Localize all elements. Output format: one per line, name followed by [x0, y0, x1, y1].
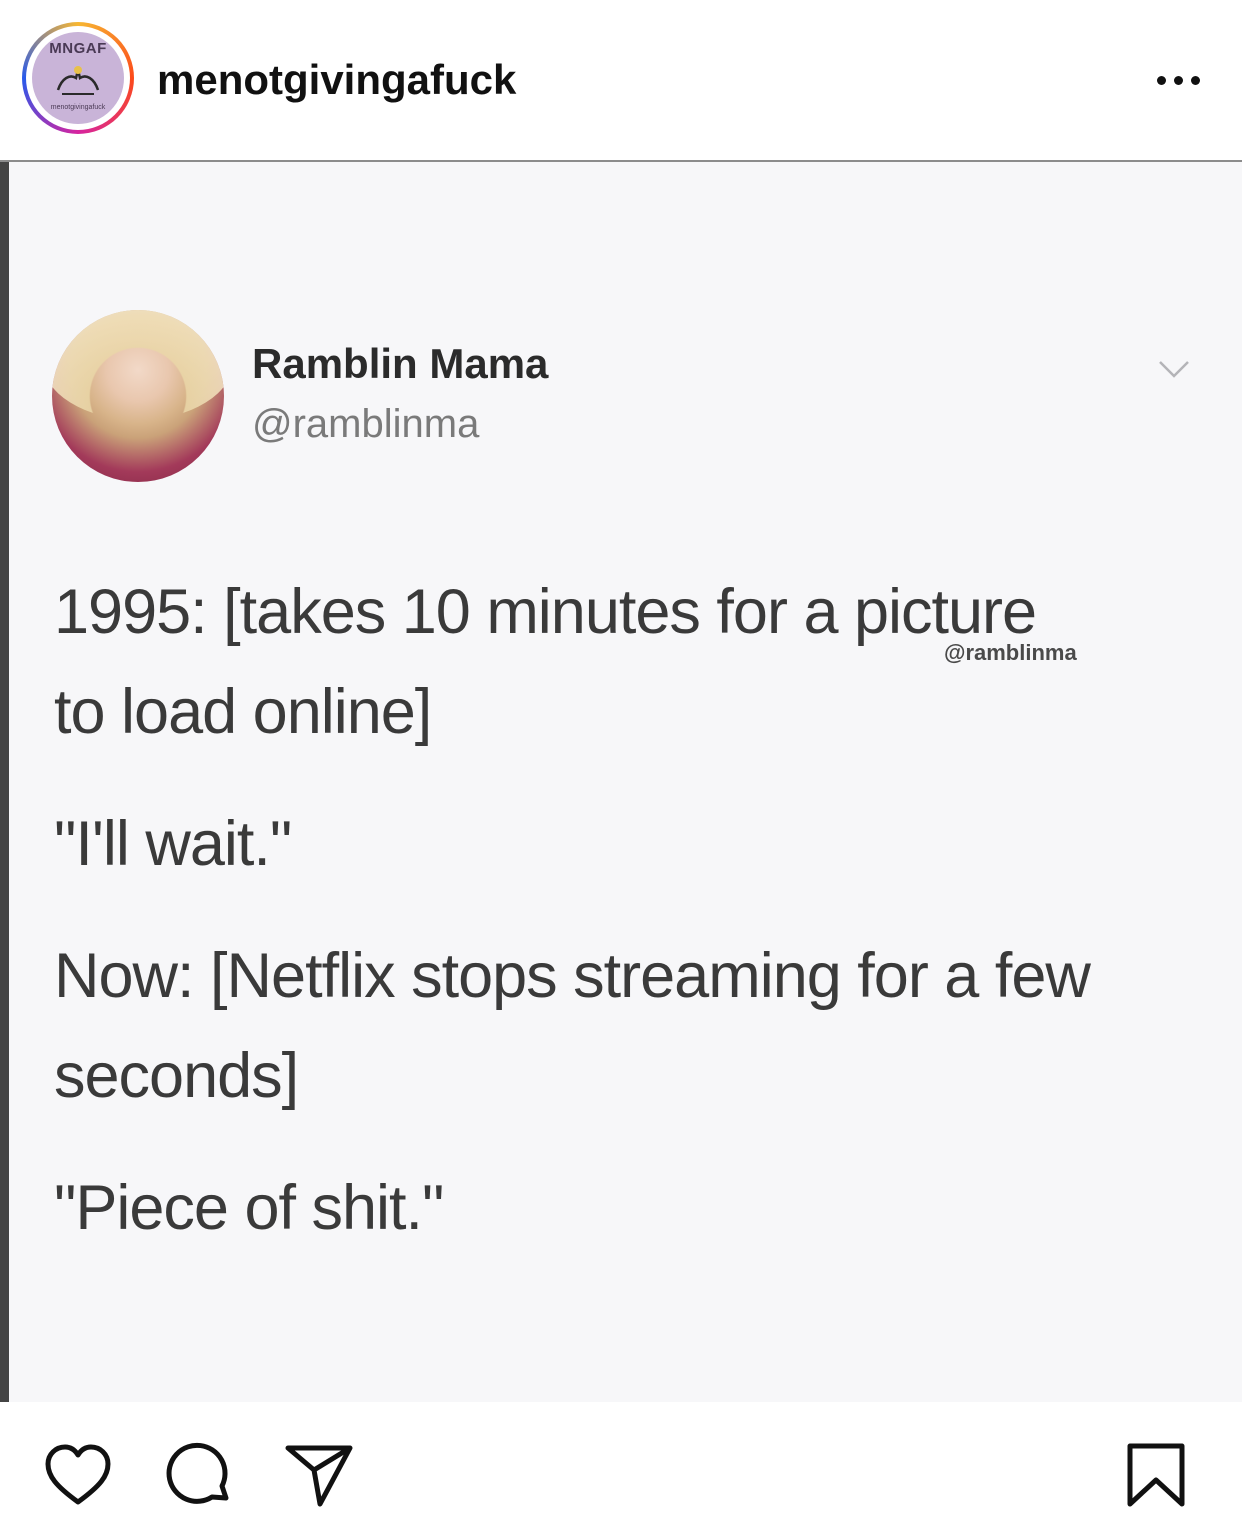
- tweet-line: "I'll wait.": [54, 809, 292, 879]
- tweet-avatar: [52, 310, 224, 482]
- post-header: MNGAF menotgivingafuck menotgivingafuck: [0, 0, 1242, 160]
- post-image[interactable]: Ramblin Mama @ramblinma 1995: [takes 10 …: [0, 160, 1242, 1402]
- avatar-inner: MNGAF menotgivingafuck: [26, 26, 130, 130]
- share-button[interactable]: [284, 1440, 356, 1512]
- tweet-line: seconds]: [54, 1041, 299, 1111]
- more-horizontal-icon: [1190, 75, 1200, 85]
- tweet-handle: @ramblinma: [252, 402, 480, 446]
- comment-button[interactable]: [164, 1440, 236, 1512]
- more-horizontal-icon: [1156, 75, 1166, 85]
- heart-icon: [45, 1444, 111, 1505]
- avatar-logo: MNGAF menotgivingafuck: [32, 32, 124, 124]
- like-button[interactable]: [42, 1440, 114, 1512]
- hands-logo-icon: [56, 66, 100, 95]
- tweet-line: Now: [Netflix stops streaming for a few: [54, 941, 1091, 1011]
- save-button[interactable]: [1120, 1440, 1192, 1512]
- username[interactable]: menotgivingafuck: [157, 56, 516, 104]
- watermark: @ramblinma: [944, 640, 1077, 665]
- avatar-brand: MNGAF: [49, 40, 107, 57]
- more-options-button[interactable]: [1148, 62, 1208, 98]
- tweet-line: to load online]: [54, 677, 432, 747]
- tweet-line: "Piece of shit.": [54, 1173, 444, 1243]
- tweet-display-name: Ramblin Mama: [252, 340, 549, 387]
- more-horizontal-icon: [1173, 75, 1183, 85]
- bookmark-icon: [1127, 1443, 1185, 1507]
- post-action-bar: [0, 1402, 1242, 1530]
- image-edge: [0, 162, 9, 1402]
- chevron-down-icon: [1159, 361, 1189, 378]
- share-icon: [285, 1445, 353, 1507]
- comment-icon: [166, 1442, 229, 1504]
- avatar-subtext: menotgivingafuck: [50, 104, 106, 111]
- tweet-text: 1995: [takes 10 minutes for a picture to…: [54, 562, 1214, 1258]
- avatar-photo: [52, 310, 224, 420]
- profile-avatar[interactable]: MNGAF menotgivingafuck: [22, 22, 134, 134]
